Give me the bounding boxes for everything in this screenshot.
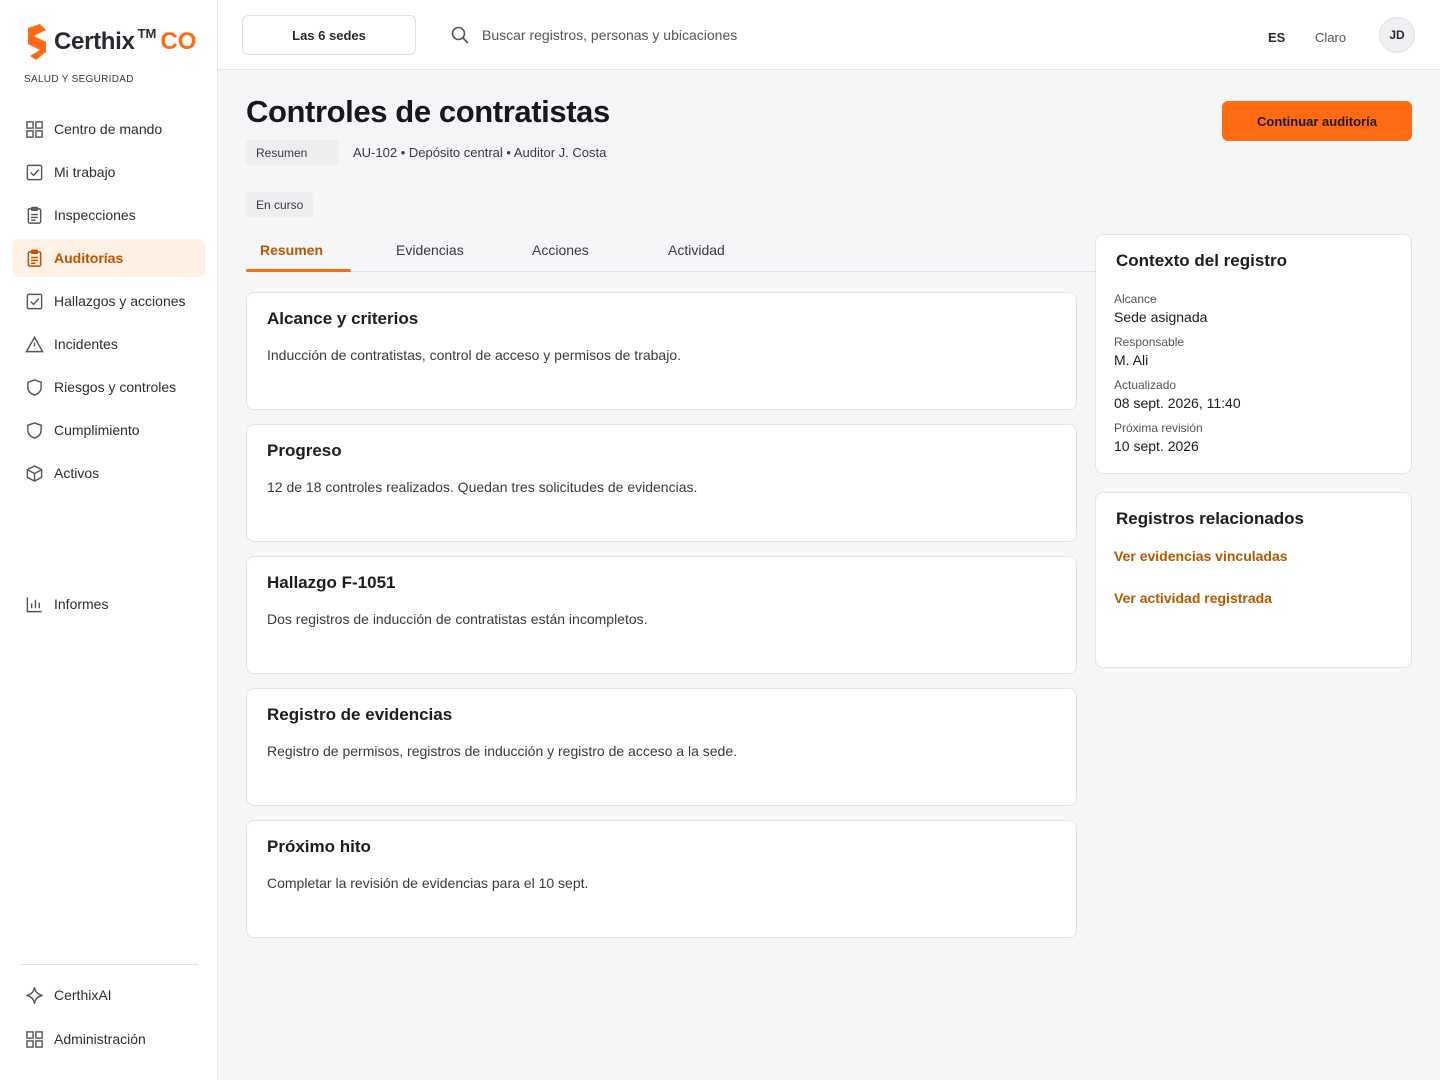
top-bar: Las 6 sedes ES Claro JD [218,0,1440,70]
card-alcance-y-criterios: Alcance y criterios Inducción de contrat… [246,292,1077,410]
status-badge: En curso [246,192,314,217]
card-registro-de-evidencias: Registro de evidencias Registro de permi… [246,688,1077,806]
card-body: 12 de 18 controles realizados. Quedan tr… [267,479,698,495]
sidebar-item-hallazgos-y-acciones[interactable]: Hallazgos y acciones [12,282,206,320]
sidebar-item-label: Auditorías [54,250,124,266]
sidebar-divider [20,964,198,965]
warning-triangle-icon [24,334,44,354]
check-square-icon [24,291,44,311]
record-meta-row: Resumen AU-102 • Depósito central • Audi… [246,140,606,165]
sidebar-bottom-nav: CerthixAI Administración [12,976,206,1064]
search-input[interactable] [482,27,802,43]
field-label-alcance: Alcance [1114,292,1157,306]
sidebar-item-label: Mi trabajo [54,164,116,180]
panel-title: Contexto del registro [1116,251,1287,270]
link-linked-evidence[interactable]: Ver evidencias vinculadas [1114,548,1288,564]
card-title: Registro de evidencias [267,705,453,724]
search-icon [451,26,469,44]
sidebar-item-label: Inspecciones [54,207,136,223]
site-selector-button[interactable]: Las 6 sedes [242,15,416,55]
related-records-panel: Registros relacionados Ver evidencias vi… [1095,492,1412,668]
record-meta-text: AU-102 • Depósito central • Auditor J. C… [353,145,607,160]
sidebar-item-label: Cumplimiento [54,422,140,438]
theme-toggle[interactable]: Claro [1315,30,1346,45]
card-body: Registro de permisos, registros de induc… [267,743,738,759]
sidebar-item-incidentes[interactable]: Incidentes [12,325,206,363]
sidebar-item-cumplimiento[interactable]: Cumplimiento [12,411,206,449]
sparkle-icon [24,985,44,1005]
sidebar-item-centro-de-mando[interactable]: Centro de mando [12,110,206,148]
tab-resumen[interactable]: Resumen [260,242,323,258]
field-label-proxima-revision: Próxima revisión [1114,421,1203,435]
field-value-proxima-revision: 10 sept. 2026 [1114,438,1199,454]
record-context-panel: Contexto del registro Alcance Sede asign… [1095,234,1412,474]
brand-suffix: CO [160,28,197,55]
search-bar [450,25,802,45]
sidebar-item-activos[interactable]: Activos [12,454,206,492]
sidebar-item-label: CerthixAI [54,987,112,1003]
user-avatar[interactable]: JD [1379,17,1415,53]
tab-evidencias[interactable]: Evidencias [396,242,464,258]
sidebar-item-label: Informes [54,596,109,612]
sidebar-item-riesgos-y-controles[interactable]: Riesgos y controles [12,368,206,406]
brand-name: Certhix [54,28,135,55]
field-label-responsable: Responsable [1114,335,1185,349]
sidebar-nav: Centro de mando Mi trabajo Inspecciones … [12,110,206,497]
sidebar-item-label: Centro de mando [54,121,163,137]
tab-acciones[interactable]: Acciones [532,242,589,258]
clipboard-icon [24,205,44,225]
tab-actividad[interactable]: Actividad [668,242,725,258]
box-icon [24,463,44,483]
card-title: Hallazgo F-1051 [267,573,396,592]
shield-icon [24,377,44,397]
sidebar-item-mi-trabajo[interactable]: Mi trabajo [12,153,206,191]
bar-chart-icon [24,594,44,614]
sidebar-item-label: Incidentes [54,336,118,352]
shield-icon [24,420,44,440]
sidebar-item-label: Activos [54,465,100,481]
summary-chip: Resumen [246,140,339,165]
sidebar-reports-section: Informes [12,585,206,628]
language-selector[interactable]: ES [1268,30,1285,45]
clipboard-icon [24,248,44,268]
grid-icon [24,1029,44,1049]
sidebar-item-informes[interactable]: Informes [12,585,206,623]
sidebar-item-certhixai[interactable]: CerthixAI [12,976,206,1014]
field-value-responsable: M. Ali [1114,352,1149,368]
card-body: Completar la revisión de evidencias para… [267,875,589,891]
sidebar: Certhix TM CO SALUD Y SEGURIDAD Centro d… [0,0,218,1080]
sidebar-item-administracion[interactable]: Administración [12,1020,206,1058]
brand-trademark: TM [137,25,157,41]
card-body: Dos registros de inducción de contratist… [267,611,648,627]
field-label-actualizado: Actualizado [1114,378,1177,392]
field-value-actualizado: 08 sept. 2026, 11:40 [1114,395,1241,411]
field-value-alcance: Sede asignada [1114,309,1208,325]
panel-title: Registros relacionados [1116,509,1305,528]
card-hallazgo: Hallazgo F-1051 Dos registros de inducci… [246,556,1077,674]
record-tabs: Resumen Evidencias Acciones Actividad [246,232,1096,272]
sidebar-item-label: Hallazgos y acciones [54,293,186,309]
card-body: Inducción de contratistas, control de ac… [267,347,681,363]
card-progreso: Progreso 12 de 18 controles realizados. … [246,424,1077,542]
card-title: Próximo hito [267,837,371,856]
active-tab-indicator [246,269,351,272]
link-recorded-activity[interactable]: Ver actividad registrada [1114,590,1272,606]
certhix-logo-icon [28,24,46,60]
continue-audit-button[interactable]: Continuar auditoría [1222,101,1412,141]
grid-icon [24,119,44,139]
card-title: Alcance y criterios [267,309,419,328]
check-square-icon [24,162,44,182]
sidebar-item-label: Administración [54,1031,146,1047]
brand-subtitle: SALUD Y SEGURIDAD [24,74,134,85]
sidebar-item-auditorias[interactable]: Auditorías [12,239,206,277]
page-title: Controles de contratistas [246,94,610,129]
card-title: Progreso [267,441,342,460]
sidebar-item-inspecciones[interactable]: Inspecciones [12,196,206,234]
sidebar-item-label: Riesgos y controles [54,379,177,395]
brand-logo[interactable]: Certhix TM CO [24,24,196,60]
card-proximo-hito: Próximo hito Completar la revisión de ev… [246,820,1077,938]
